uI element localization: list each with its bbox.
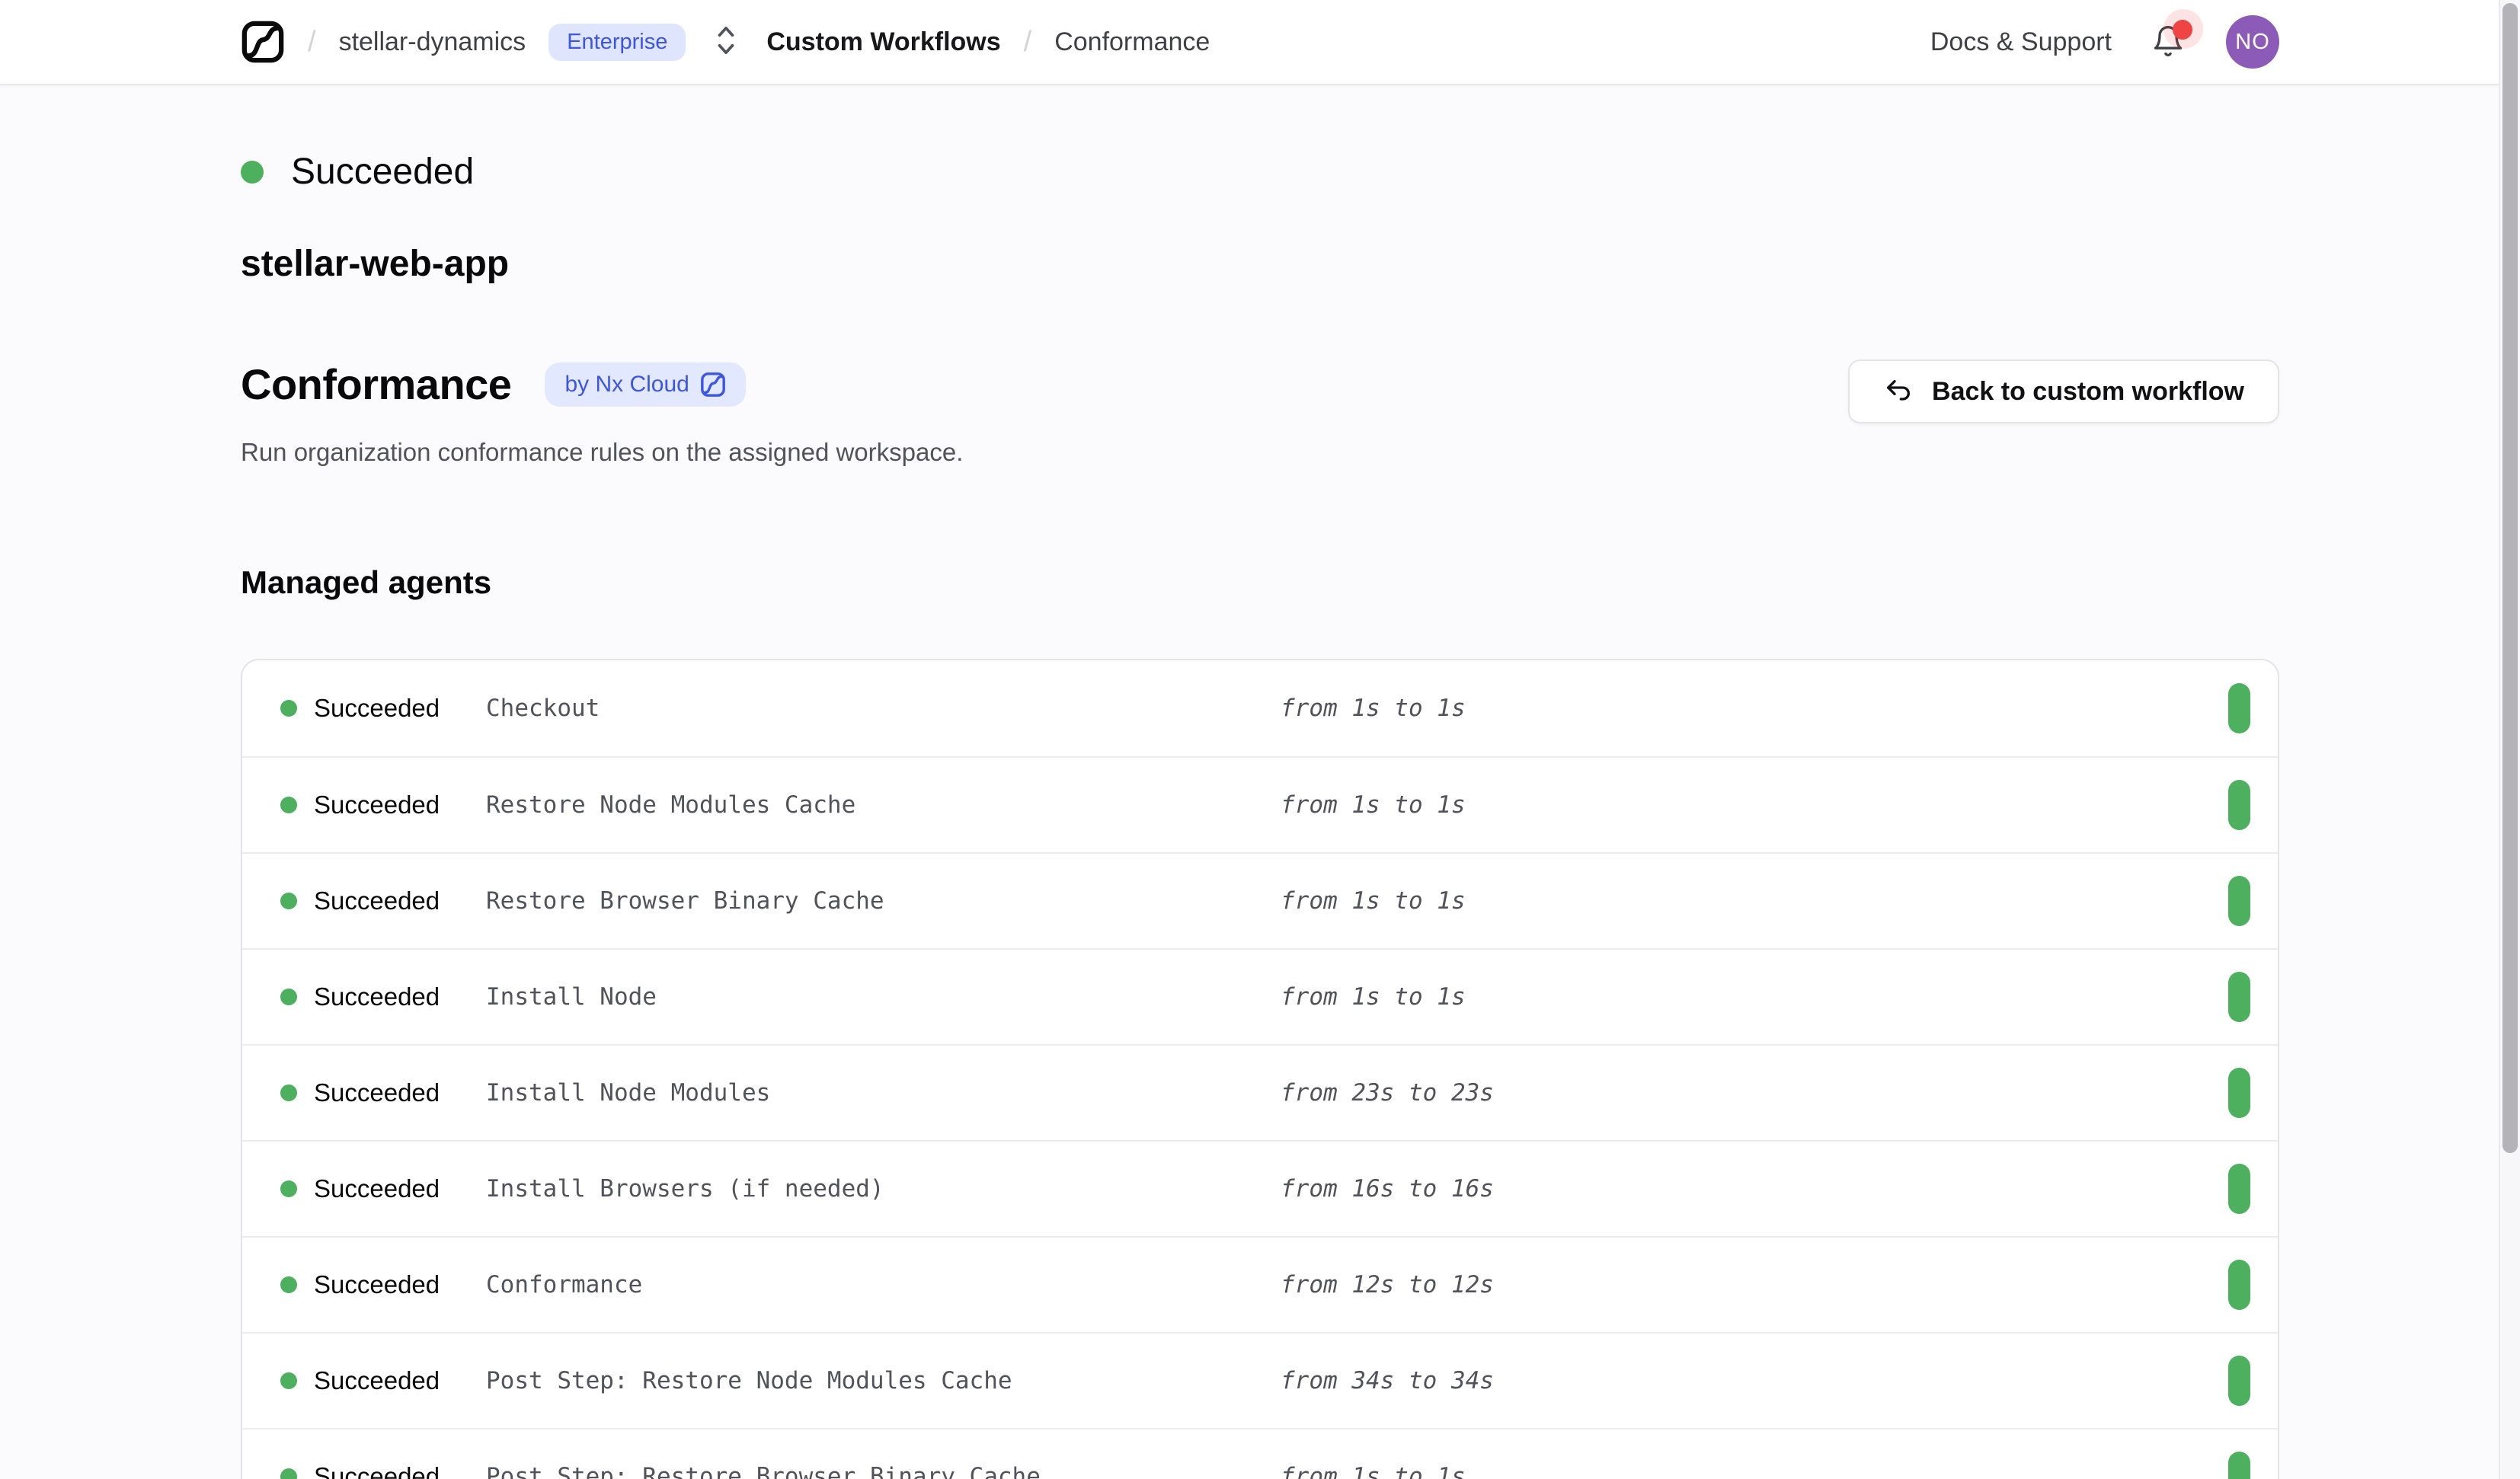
scrollbar-track[interactable] xyxy=(2499,0,2520,1479)
step-timing: from 1s to 1s xyxy=(1281,791,2228,819)
step-name: Restore Browser Binary Cache xyxy=(486,887,1281,915)
agent-step-row[interactable]: Succeeded Post Step: Restore Browser Bin… xyxy=(242,1428,2278,1479)
agent-step-row[interactable]: Succeeded Restore Browser Binary Cache f… xyxy=(242,852,2278,948)
step-status-dot-icon xyxy=(280,700,297,717)
undo-arrow-icon xyxy=(1883,376,1914,407)
agent-step-row[interactable]: Succeeded Checkout from 1s to 1s xyxy=(242,660,2278,756)
step-status-label: Succeeded xyxy=(314,1462,440,1479)
back-to-custom-workflow-button[interactable]: Back to custom workflow xyxy=(1848,359,2279,423)
by-nx-cloud-label: by Nx Cloud xyxy=(564,372,689,398)
scrollbar-thumb[interactable] xyxy=(2502,3,2518,1153)
agent-step-row[interactable]: Succeeded Install Node from 1s to 1s xyxy=(242,948,2278,1044)
step-status-label: Succeeded xyxy=(314,1270,440,1299)
step-name: Restore Node Modules Cache xyxy=(486,791,1281,819)
step-timing: from 1s to 1s xyxy=(1281,1463,2228,1479)
by-nx-cloud-badge[interactable]: by Nx Cloud xyxy=(545,363,745,407)
back-button-label: Back to custom workflow xyxy=(1932,377,2244,407)
step-name: Install Node Modules xyxy=(486,1079,1281,1107)
step-status-dot-icon xyxy=(280,893,297,909)
breadcrumb-section[interactable]: Custom Workflows xyxy=(766,27,1000,57)
breadcrumb-separator: / xyxy=(308,26,316,59)
step-duration-bar xyxy=(2228,972,2250,1022)
step-status-dot-icon xyxy=(280,797,297,813)
step-status-dot-icon xyxy=(280,1372,297,1389)
step-status-dot-icon xyxy=(280,1084,297,1101)
main-content: Succeeded stellar-web-app Conformance by… xyxy=(0,85,2520,1479)
nx-mini-logo-icon xyxy=(700,372,726,398)
step-status-dot-icon xyxy=(280,989,297,1005)
step-timing: from 16s to 16s xyxy=(1281,1175,2228,1203)
step-duration-bar xyxy=(2228,780,2250,830)
step-timing: from 34s to 34s xyxy=(1281,1367,2228,1394)
managed-agents-list: Succeeded Checkout from 1s to 1s Succeed… xyxy=(241,659,2279,1479)
agent-step-row[interactable]: Succeeded Post Step: Restore Node Module… xyxy=(242,1332,2278,1428)
step-name: Install Browsers (if needed) xyxy=(486,1175,1281,1203)
workflow-description: Run organization conformance rules on th… xyxy=(241,438,963,467)
notifications-button[interactable] xyxy=(2151,23,2186,61)
step-status-label: Succeeded xyxy=(314,791,440,819)
agent-step-row[interactable]: Succeeded Install Node Modules from 23s … xyxy=(242,1044,2278,1140)
step-status-label: Succeeded xyxy=(314,982,440,1011)
step-duration-bar xyxy=(2228,1068,2250,1118)
breadcrumb-page: Conformance xyxy=(1054,27,1210,57)
step-status-label: Succeeded xyxy=(314,1366,440,1395)
run-status-label: Succeeded xyxy=(291,151,474,193)
notification-dot xyxy=(2173,20,2192,40)
step-status-label: Succeeded xyxy=(314,1078,440,1107)
step-timing: from 1s to 1s xyxy=(1281,887,2228,915)
step-status-label: Succeeded xyxy=(314,1174,440,1203)
step-timing: from 1s to 1s xyxy=(1281,983,2228,1011)
step-name: Conformance xyxy=(486,1271,1281,1299)
step-duration-bar xyxy=(2228,1356,2250,1406)
docs-support-link[interactable]: Docs & Support xyxy=(1930,27,2112,57)
step-name: Checkout xyxy=(486,695,1281,722)
step-duration-bar xyxy=(2228,683,2250,733)
step-duration-bar xyxy=(2228,1452,2250,1479)
breadcrumb-org[interactable]: stellar-dynamics xyxy=(339,27,526,57)
step-name: Post Step: Restore Node Modules Cache xyxy=(486,1367,1281,1394)
step-timing: from 23s to 23s xyxy=(1281,1079,2228,1107)
step-duration-bar xyxy=(2228,1260,2250,1310)
workflow-header: Conformance by Nx Cloud Run organization… xyxy=(241,359,963,467)
workflow-title: Conformance xyxy=(241,359,511,409)
avatar[interactable]: NO xyxy=(2226,15,2279,69)
step-status-dot-icon xyxy=(280,1180,297,1197)
managed-agents-heading: Managed agents xyxy=(241,564,2279,601)
step-duration-bar xyxy=(2228,876,2250,926)
step-name: Install Node xyxy=(486,983,1281,1011)
step-duration-bar xyxy=(2228,1164,2250,1214)
step-timing: from 1s to 1s xyxy=(1281,695,2228,722)
agent-step-row[interactable]: Succeeded Conformance from 12s to 12s xyxy=(242,1236,2278,1332)
top-navbar: / stellar-dynamics Enterprise Custom Wor… xyxy=(0,0,2520,85)
chevrons-up-down-icon[interactable] xyxy=(708,24,744,61)
agent-step-row[interactable]: Succeeded Install Browsers (if needed) f… xyxy=(242,1140,2278,1236)
breadcrumb-separator: / xyxy=(1024,26,1032,59)
workspace-title: stellar-web-app xyxy=(241,243,2279,285)
nx-cloud-logo-icon[interactable] xyxy=(241,20,285,64)
run-status: Succeeded xyxy=(241,151,2279,193)
step-status-label: Succeeded xyxy=(314,694,440,723)
step-timing: from 12s to 12s xyxy=(1281,1271,2228,1299)
step-status-label: Succeeded xyxy=(314,886,440,915)
step-name: Post Step: Restore Browser Binary Cache xyxy=(486,1463,1281,1479)
plan-badge: Enterprise xyxy=(548,24,686,61)
agent-step-row[interactable]: Succeeded Restore Node Modules Cache fro… xyxy=(242,756,2278,852)
status-dot-icon xyxy=(241,161,264,184)
step-status-dot-icon xyxy=(280,1468,297,1479)
step-status-dot-icon xyxy=(280,1276,297,1293)
